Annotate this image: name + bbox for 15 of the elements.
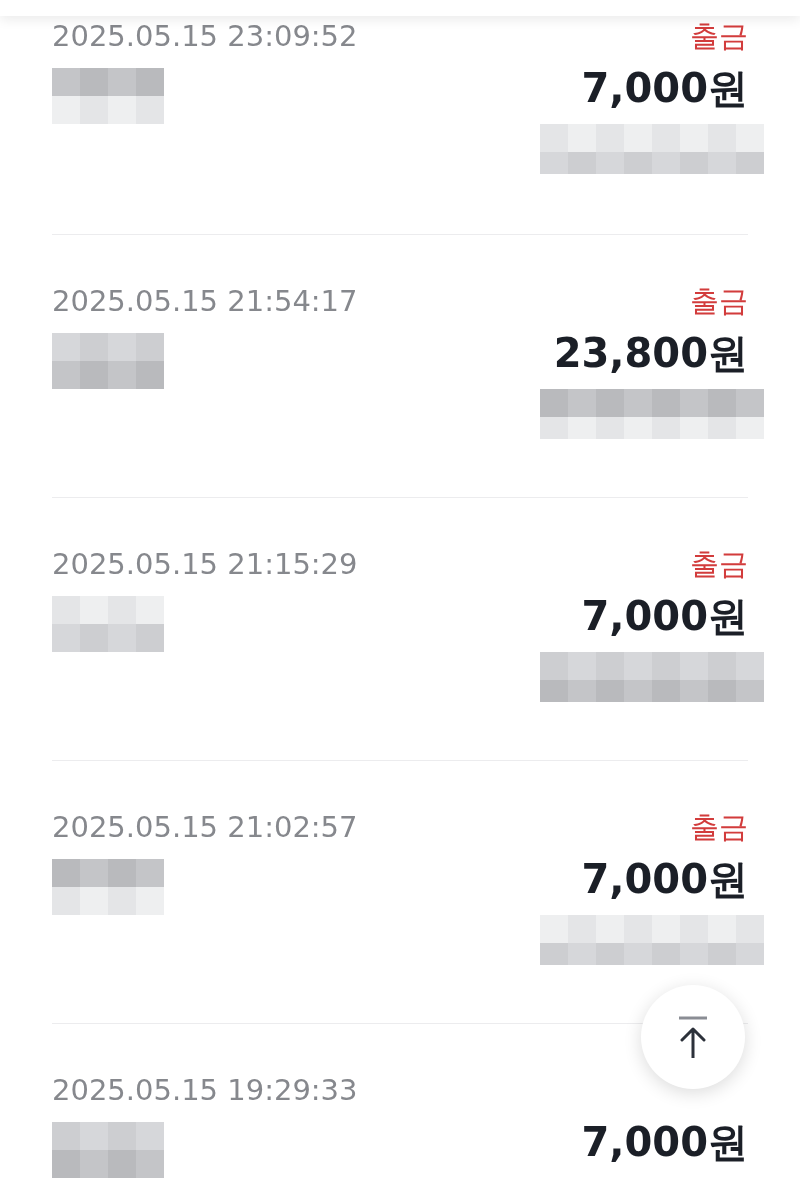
- transaction-amount: 7,000원: [581, 855, 748, 904]
- transaction-type: 출금: [690, 283, 748, 319]
- transaction-amount: 7,000원: [581, 1118, 748, 1167]
- transaction-amount: 7,000원: [581, 592, 748, 641]
- transaction-type: 출금: [690, 18, 748, 54]
- transaction-amount: 23,800원: [553, 329, 748, 378]
- transaction-type: 출금: [690, 809, 748, 845]
- transaction-datetime: 2025.05.15 19:29:33: [52, 1072, 358, 1108]
- transaction-datetime: 2025.05.15 21:54:17: [52, 283, 358, 319]
- transaction-datetime: 2025.05.15 23:09:52: [52, 18, 358, 54]
- transaction-datetime: 2025.05.15 21:02:57: [52, 809, 358, 845]
- transaction-datetime: 2025.05.15 21:15:29: [52, 546, 358, 582]
- transaction-type: 출금: [690, 546, 748, 582]
- transaction-amount: 7,000원: [581, 64, 748, 113]
- arrow-up-to-top-icon: [678, 1016, 708, 1058]
